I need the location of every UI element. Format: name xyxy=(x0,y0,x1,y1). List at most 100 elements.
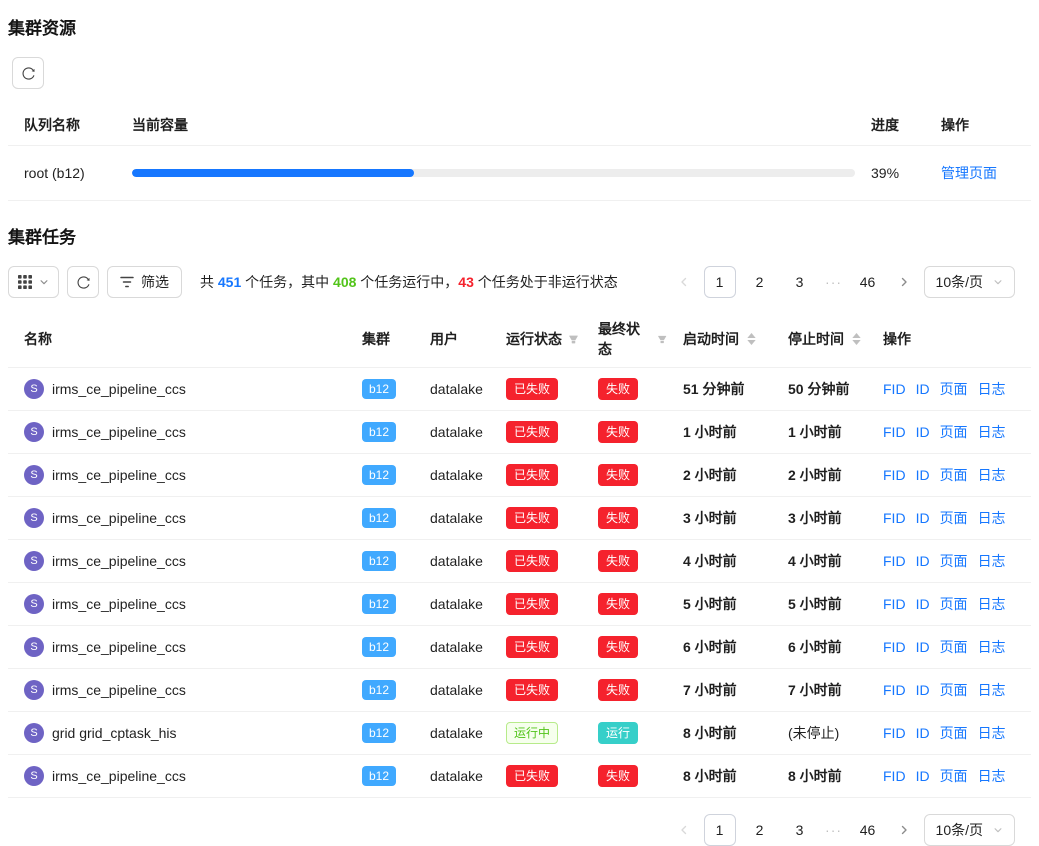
page-button-46[interactable]: 46 xyxy=(852,266,884,298)
page-button-46[interactable]: 46 xyxy=(852,814,884,846)
action-link[interactable]: ID xyxy=(916,381,930,397)
cluster-tag: b12 xyxy=(362,723,396,743)
page-size-select[interactable]: 10条/页 xyxy=(924,266,1015,298)
start-time: 2 小时前 xyxy=(667,454,772,497)
run-status-badge: 已失败 xyxy=(506,378,558,400)
page-ellipsis[interactable]: ··· xyxy=(824,822,844,838)
action-link[interactable]: ID xyxy=(916,682,930,698)
final-status-badge: 失败 xyxy=(598,464,638,486)
page-button-1[interactable]: 1 xyxy=(704,266,736,298)
action-link[interactable]: FID xyxy=(883,768,906,784)
col-start-time[interactable]: 启动时间 xyxy=(667,312,772,368)
action-link[interactable]: 页面 xyxy=(940,553,968,569)
action-link[interactable]: 页面 xyxy=(940,596,968,612)
run-status-badge: 已失败 xyxy=(506,550,558,572)
chevron-down-icon xyxy=(993,277,1003,287)
bottom-bar: 1 2 3 ··· 46 10条/页 xyxy=(8,814,1031,846)
chevron-right-icon xyxy=(898,276,910,288)
action-link[interactable]: 日志 xyxy=(978,467,1006,483)
action-link[interactable]: ID xyxy=(916,596,930,612)
page-button-3[interactable]: 3 xyxy=(784,266,816,298)
action-link[interactable]: ID xyxy=(916,510,930,526)
stop-time: 7 小时前 xyxy=(772,669,867,712)
final-status-badge: 失败 xyxy=(598,593,638,615)
progress-bar xyxy=(132,169,855,177)
action-link[interactable]: 页面 xyxy=(940,725,968,741)
filter-button-label: 筛选 xyxy=(141,272,169,292)
prev-page-button[interactable] xyxy=(672,814,696,846)
progress-fill xyxy=(132,169,414,177)
filter-button[interactable]: 筛选 xyxy=(107,266,182,298)
action-link[interactable]: 日志 xyxy=(978,725,1006,741)
action-link[interactable]: 页面 xyxy=(940,381,968,397)
stop-time: 1 小时前 xyxy=(772,411,867,454)
action-link[interactable]: FID xyxy=(883,596,906,612)
col-final-status[interactable]: 最终状态 xyxy=(582,312,667,368)
action-link[interactable]: FID xyxy=(883,725,906,741)
manage-page-link[interactable]: 管理页面 xyxy=(941,165,997,181)
sort-icon[interactable] xyxy=(852,333,861,345)
action-link[interactable]: ID xyxy=(916,768,930,784)
action-link[interactable]: FID xyxy=(883,682,906,698)
page-button-3[interactable]: 3 xyxy=(784,814,816,846)
tasks-refresh-button[interactable] xyxy=(67,266,99,298)
page-ellipsis[interactable]: ··· xyxy=(824,274,844,290)
action-link[interactable]: ID xyxy=(916,467,930,483)
action-link[interactable]: FID xyxy=(883,510,906,526)
run-status-badge: 已失败 xyxy=(506,593,558,615)
cluster-tag: b12 xyxy=(362,637,396,657)
prev-page-button[interactable] xyxy=(672,266,696,298)
action-link[interactable]: 页面 xyxy=(940,510,968,526)
start-time: 3 小时前 xyxy=(667,497,772,540)
action-link[interactable]: 页面 xyxy=(940,639,968,655)
stop-time: 2 小时前 xyxy=(772,454,867,497)
next-page-button[interactable] xyxy=(892,266,916,298)
action-link[interactable]: 日志 xyxy=(978,596,1006,612)
action-link[interactable]: FID xyxy=(883,381,906,397)
action-link[interactable]: FID xyxy=(883,424,906,440)
action-link[interactable]: 日志 xyxy=(978,639,1006,655)
filter-icon xyxy=(120,276,134,288)
action-link[interactable]: 日志 xyxy=(978,768,1006,784)
start-time: 4 小时前 xyxy=(667,540,772,583)
user-cell: datalake xyxy=(414,411,490,454)
page-button-2[interactable]: 2 xyxy=(744,814,776,846)
action-link[interactable]: 日志 xyxy=(978,553,1006,569)
action-link[interactable]: ID xyxy=(916,639,930,655)
user-cell: datalake xyxy=(414,626,490,669)
avatar: S xyxy=(24,508,44,528)
layout-dropdown-button[interactable] xyxy=(8,266,59,298)
start-time: 7 小时前 xyxy=(667,669,772,712)
action-link[interactable]: ID xyxy=(916,424,930,440)
grid-icon xyxy=(18,275,32,289)
action-link[interactable]: 页面 xyxy=(940,467,968,483)
action-link[interactable]: 页面 xyxy=(940,682,968,698)
col-stop-time[interactable]: 停止时间 xyxy=(772,312,867,368)
action-link[interactable]: 日志 xyxy=(978,682,1006,698)
action-link[interactable]: FID xyxy=(883,553,906,569)
action-link[interactable]: FID xyxy=(883,639,906,655)
action-link[interactable]: ID xyxy=(916,553,930,569)
row-actions: FID ID 页面日志 xyxy=(867,454,1031,497)
start-time: 8 小时前 xyxy=(667,712,772,755)
page-button-1[interactable]: 1 xyxy=(704,814,736,846)
action-link[interactable]: 页面 xyxy=(940,768,968,784)
sort-icon[interactable] xyxy=(747,333,756,345)
page-size-select[interactable]: 10条/页 xyxy=(924,814,1015,846)
resources-refresh-button[interactable] xyxy=(12,57,44,89)
filter-icon[interactable] xyxy=(568,334,579,345)
filter-icon[interactable] xyxy=(657,334,667,345)
action-link[interactable]: 日志 xyxy=(978,510,1006,526)
page-button-2[interactable]: 2 xyxy=(744,266,776,298)
action-link[interactable]: 日志 xyxy=(978,424,1006,440)
pagination-top: 1 2 3 ··· 46 10条/页 xyxy=(672,266,1015,298)
col-run-status[interactable]: 运行状态 xyxy=(490,312,582,368)
action-link[interactable]: ID xyxy=(916,725,930,741)
final-status-badge: 失败 xyxy=(598,679,638,701)
progress-percent: 39% xyxy=(871,146,941,201)
action-link[interactable]: FID xyxy=(883,467,906,483)
capacity-cell xyxy=(132,146,871,201)
action-link[interactable]: 日志 xyxy=(978,381,1006,397)
next-page-button[interactable] xyxy=(892,814,916,846)
action-link[interactable]: 页面 xyxy=(940,424,968,440)
